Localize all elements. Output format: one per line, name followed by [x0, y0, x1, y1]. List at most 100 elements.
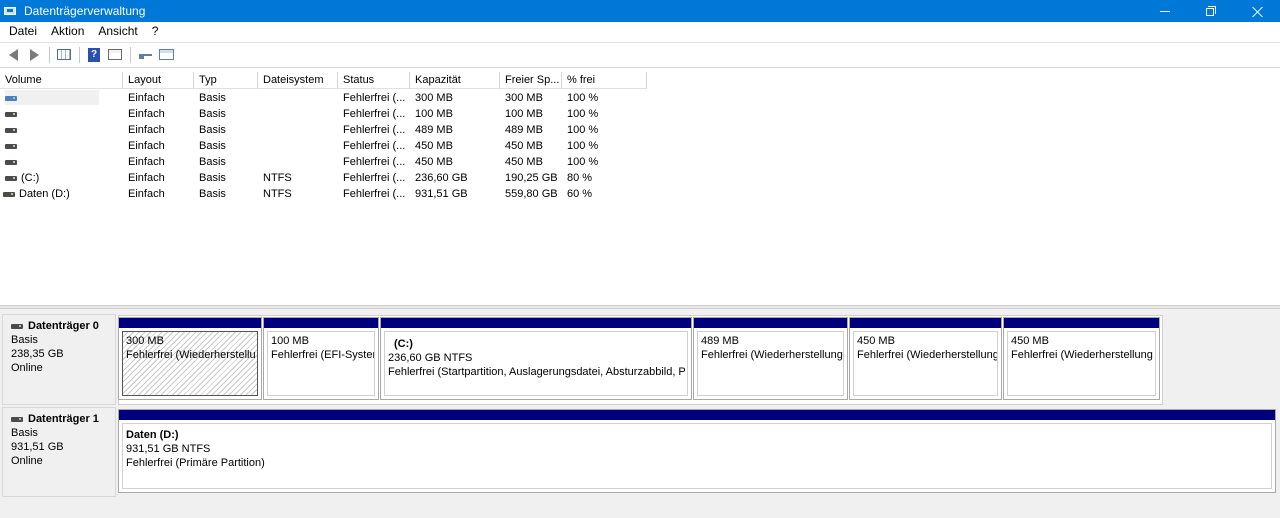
- restore-button[interactable]: [1188, 0, 1234, 22]
- partition-disk0-2[interactable]: 100 MB Fehlerfrei (EFI-Systen: [263, 317, 379, 400]
- cell-kapazitaet: 450 MB: [415, 156, 453, 168]
- properties-button[interactable]: [106, 46, 124, 64]
- window-title: Datenträgerverwaltung: [24, 4, 146, 18]
- cell-prozent-frei: 100 %: [567, 156, 599, 168]
- cell-prozent-frei: 100 %: [567, 140, 599, 152]
- column-header-typ[interactable]: Typ: [194, 72, 258, 89]
- menu-bar: Datei Aktion Ansicht ?: [0, 22, 1280, 41]
- menu-datei[interactable]: Datei: [0, 22, 44, 41]
- cell-status: Fehlerfrei (...: [343, 156, 406, 168]
- toolbar-separator: [79, 46, 80, 63]
- minimize-button[interactable]: [1142, 0, 1188, 22]
- partition-disk0-5[interactable]: 450 MB Fehlerfrei (Wiederherstellung: [849, 317, 1002, 400]
- volume-drive-icon: [5, 159, 17, 165]
- cell-layout: Einfach: [128, 108, 165, 120]
- table-row[interactable]: Einfach Basis Fehlerfrei (... 100 MB 100…: [0, 106, 647, 122]
- partition-disk0-1[interactable]: 300 MB Fehlerfrei (Wiederherstellu: [118, 317, 262, 400]
- cell-prozent-frei: 100 %: [567, 92, 599, 104]
- cell-typ: Basis: [199, 108, 226, 120]
- cell-typ: Basis: [199, 124, 226, 136]
- cell-kapazitaet: 450 MB: [415, 140, 453, 152]
- partition-status: Fehlerfrei (EFI-Systen: [271, 349, 375, 361]
- disk-type: Basis: [11, 427, 38, 439]
- table-row[interactable]: Einfach Basis Fehlerfrei (... 489 MB 489…: [0, 122, 647, 138]
- partition-size: 931,51 GB NTFS: [126, 443, 211, 455]
- cell-prozent-frei: 80 %: [567, 172, 593, 184]
- help-button[interactable]: ?: [85, 46, 103, 64]
- table-row[interactable]: Daten (D:) Einfach Basis NTFS Fehlerfrei…: [0, 186, 647, 202]
- cell-layout: Einfach: [128, 124, 165, 136]
- cell-freier-speicher: 190,25 GB: [505, 172, 558, 184]
- volume-drive-icon: [5, 111, 17, 117]
- partition-size: 450 MB: [857, 335, 895, 347]
- volume-drive-icon: [5, 143, 17, 149]
- disk-layout-pane: Datenträger 0 Basis 238,35 GB Online 300…: [0, 309, 1280, 518]
- window-button[interactable]: [157, 46, 175, 64]
- forward-arrow-icon: [29, 48, 39, 61]
- rescan-button[interactable]: [136, 46, 154, 64]
- disk-0-label[interactable]: Datenträger 0 Basis 238,35 GB Online: [2, 314, 116, 405]
- cell-dateisystem: [258, 122, 338, 138]
- cell-status: Fehlerfrei (...: [343, 188, 406, 200]
- cell-kapazitaet: 489 MB: [415, 124, 453, 136]
- column-header-kapazitaet[interactable]: Kapazität: [410, 72, 500, 89]
- disk-size: 931,51 GB: [11, 441, 64, 453]
- column-header-status[interactable]: Status: [338, 72, 410, 89]
- column-header-freier-speicher[interactable]: Freier Sp...: [500, 72, 562, 89]
- window-controls: [1142, 0, 1280, 22]
- menu-help[interactable]: ?: [145, 22, 166, 41]
- cell-layout: Einfach: [128, 92, 165, 104]
- console-tree-button[interactable]: [55, 46, 73, 64]
- cell-typ: Basis: [199, 92, 226, 104]
- cell-typ: Basis: [199, 172, 226, 184]
- disk-icon: [11, 323, 23, 329]
- cell-volume: Daten (D:): [19, 188, 70, 200]
- toolbar-separator: [130, 46, 131, 63]
- partition-status: Fehlerfrei (Wiederherstellung: [857, 349, 998, 361]
- minimize-icon: [1160, 10, 1170, 12]
- rescan-icon: [138, 54, 152, 59]
- cell-dateisystem: NTFS: [263, 172, 292, 184]
- table-row[interactable]: Einfach Basis Fehlerfrei (... 450 MB 450…: [0, 138, 647, 154]
- table-row[interactable]: (C:) Einfach Basis NTFS Fehlerfrei (... …: [0, 170, 647, 186]
- disk-1-label[interactable]: Datenträger 1 Basis 931,51 GB Online: [2, 407, 116, 497]
- partition-size: 300 MB: [126, 335, 164, 347]
- partition-disk0-6[interactable]: 450 MB Fehlerfrei (Wiederherstellung: [1003, 317, 1160, 400]
- back-button[interactable]: [4, 46, 22, 64]
- close-button[interactable]: [1234, 0, 1280, 22]
- table-row[interactable]: Einfach Basis Fehlerfrei (... 300 MB 300…: [0, 90, 647, 106]
- partition-status: Fehlerfrei (Wiederherstellu: [126, 349, 256, 361]
- forward-button[interactable]: [25, 46, 43, 64]
- volume-drive-icon: [5, 127, 17, 133]
- cell-dateisystem: [258, 90, 338, 106]
- partition-status: Fehlerfrei (Startpartition, Auslagerungs…: [388, 366, 686, 378]
- cell-freier-speicher: 450 MB: [505, 156, 543, 168]
- disk-name: Datenträger 0: [28, 320, 99, 332]
- partition-status: Fehlerfrei (Wiederherstellung: [701, 349, 843, 361]
- cell-layout: Einfach: [128, 188, 165, 200]
- partition-size: 450 MB: [1011, 335, 1049, 347]
- disk-type: Basis: [11, 334, 38, 346]
- table-row[interactable]: Einfach Basis Fehlerfrei (... 450 MB 450…: [0, 154, 647, 170]
- menu-ansicht[interactable]: Ansicht: [91, 22, 144, 41]
- cell-freier-speicher: 450 MB: [505, 140, 543, 152]
- partition-disk0-c[interactable]: (C:) 236,60 GB NTFS Fehlerfrei (Startpar…: [380, 317, 692, 400]
- partition-size: 236,60 GB NTFS: [388, 352, 473, 364]
- partition-disk1-d[interactable]: Daten (D:) 931,51 GB NTFS Fehlerfrei (Pr…: [118, 409, 1276, 493]
- partition-disk0-4[interactable]: 489 MB Fehlerfrei (Wiederherstellung: [693, 317, 848, 400]
- volume-drive-icon: [5, 175, 17, 181]
- restore-icon: [1206, 6, 1216, 16]
- close-icon: [1252, 6, 1263, 17]
- cell-freier-speicher: 489 MB: [505, 124, 543, 136]
- column-header-layout[interactable]: Layout: [123, 72, 194, 89]
- cell-dateisystem: [258, 154, 338, 170]
- column-header-prozent-frei[interactable]: % frei: [562, 72, 647, 89]
- cell-status: Fehlerfrei (...: [343, 140, 406, 152]
- volume-list: Volume Layout Typ Dateisystem Status Kap…: [0, 67, 1280, 305]
- menu-aktion[interactable]: Aktion: [44, 22, 91, 41]
- column-header-dateisystem[interactable]: Dateisystem: [258, 72, 338, 89]
- column-header-volume[interactable]: Volume: [0, 72, 123, 89]
- toolbar: ?: [0, 42, 1280, 66]
- partition-size: 100 MB: [271, 335, 309, 347]
- properties-icon: [108, 49, 122, 60]
